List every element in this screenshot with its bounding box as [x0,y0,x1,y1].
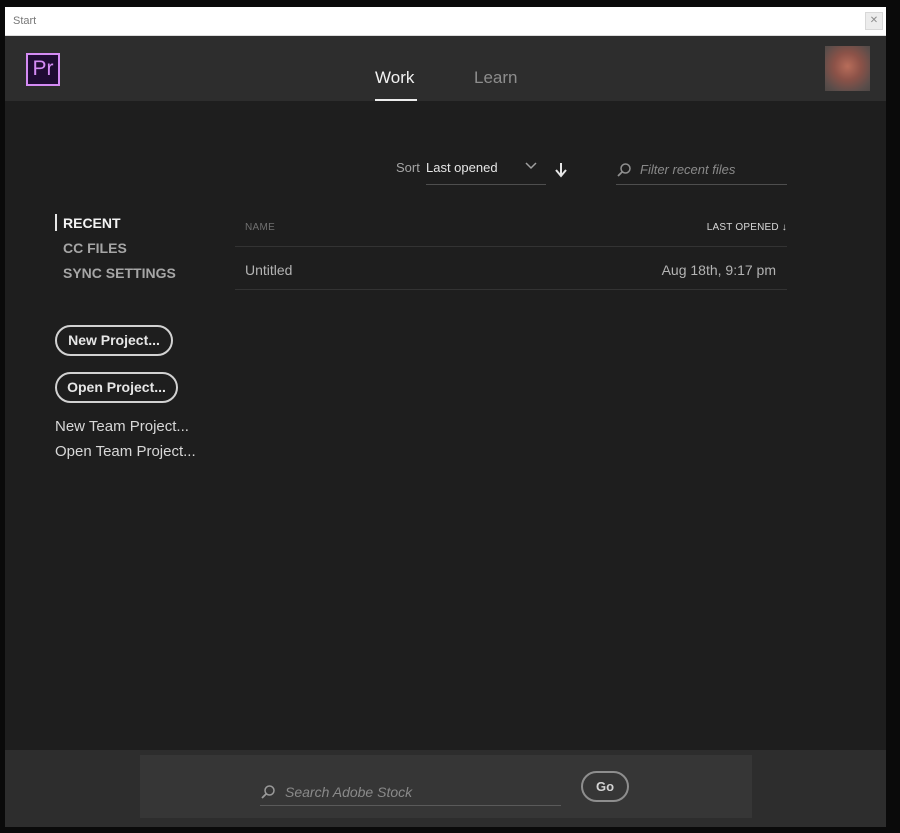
column-header-name[interactable]: NAME [245,222,275,233]
nav-item-cc-files[interactable]: CC FILES [55,238,176,263]
list-header: NAME LAST OPENED ↓ [235,207,787,247]
file-last-opened: Aug 18th, 9:17 pm [661,262,776,278]
chevron-down-icon [525,162,537,170]
footer: Go [5,750,886,827]
open-project-button[interactable]: Open Project... [55,372,178,403]
new-team-project-link[interactable]: New Team Project... [55,418,189,435]
sort-dropdown[interactable]: Last opened [426,157,546,185]
file-name: Untitled [245,262,293,278]
filter-recent-files [616,157,787,185]
header: Pr Work Learn [5,36,886,101]
tab-work[interactable]: Work [375,68,414,88]
nav-item-recent[interactable]: RECENT [55,213,176,238]
premiere-logo: Pr [26,53,60,86]
sort-direction-arrow-icon[interactable] [554,162,568,178]
filter-input[interactable] [640,159,785,179]
stock-search-input[interactable] [285,782,555,802]
open-team-project-link[interactable]: Open Team Project... [55,443,196,460]
user-avatar[interactable] [825,46,870,91]
window-title: Start [13,15,37,27]
nav-item-sync-settings[interactable]: SYNC SETTINGS [55,263,176,288]
table-row[interactable]: Untitled Aug 18th, 9:17 pm [235,247,787,290]
title-bar[interactable]: Start ✕ [5,7,886,36]
search-icon [617,163,631,177]
sort-label: Sort [396,160,420,175]
tab-learn[interactable]: Learn [474,68,517,88]
sort-value: Last opened [426,160,498,175]
stock-search-field [260,777,561,806]
sidebar-nav: RECENT CC FILES SYNC SETTINGS [55,213,176,288]
start-window: Start ✕ Pr Work Learn Sort Last opened R… [5,7,886,827]
active-tab-indicator [375,99,417,101]
close-icon[interactable]: ✕ [865,12,883,30]
new-project-button[interactable]: New Project... [55,325,173,356]
column-header-last-opened[interactable]: LAST OPENED ↓ [707,222,787,233]
recent-files-list: NAME LAST OPENED ↓ Untitled Aug 18th, 9:… [235,207,787,290]
adobe-stock-search-bar: Go [140,755,752,818]
go-button[interactable]: Go [581,771,629,802]
search-icon [261,785,275,799]
